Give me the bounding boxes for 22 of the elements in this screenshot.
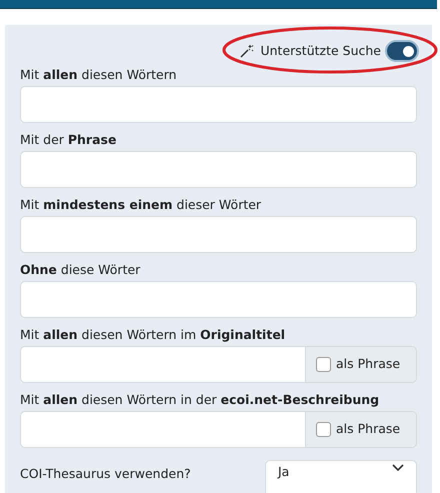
field-label: Mit der Phrase bbox=[20, 132, 118, 148]
select-dropdown[interactable]: Ja bbox=[265, 460, 417, 493]
magic-wand-icon bbox=[240, 44, 254, 58]
checkbox-label: als Phrase bbox=[336, 420, 400, 438]
text-input-field[interactable] bbox=[20, 346, 306, 383]
field-label: Mit mindestens einem dieser Wörter bbox=[20, 197, 262, 213]
checkbox[interactable] bbox=[316, 357, 331, 372]
toggle-label: Unterstützte Suche bbox=[260, 42, 381, 60]
text-input-field[interactable] bbox=[20, 281, 417, 318]
checkbox[interactable] bbox=[316, 422, 331, 437]
text-input-field[interactable] bbox=[20, 411, 306, 448]
field-label: Ohne diese Wörter bbox=[20, 262, 142, 278]
field-label: Mit allen diesen Wörtern im Originaltitel bbox=[20, 327, 286, 343]
field-label: Mit allen diesen Wörtern in der ecoi.net-Beschreibung bbox=[20, 392, 380, 408]
text-input-field[interactable] bbox=[20, 151, 417, 188]
toggle-switch[interactable] bbox=[387, 42, 417, 60]
field-label: Mit allen diesen Wörtern bbox=[20, 67, 178, 83]
field-label: COI-Thesaurus verwenden? bbox=[20, 466, 192, 481]
chevron-down-icon bbox=[392, 464, 404, 472]
text-input-field[interactable] bbox=[20, 86, 417, 123]
text-input-field[interactable] bbox=[20, 216, 417, 253]
checkbox-label: als Phrase bbox=[336, 355, 400, 374]
